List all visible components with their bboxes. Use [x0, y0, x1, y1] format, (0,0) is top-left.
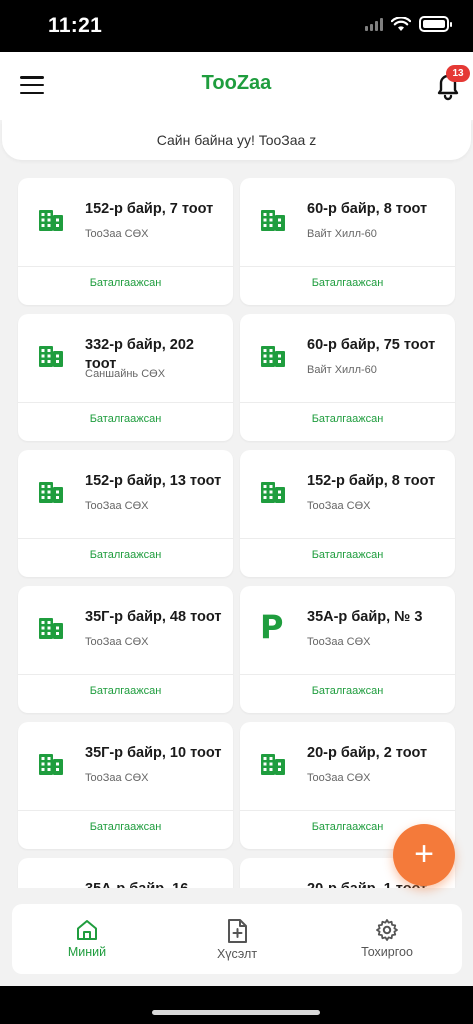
property-title: 60-р байр, 75 тоот: [307, 337, 436, 353]
home-area: [0, 986, 473, 1024]
bottom-nav: Миний Хүсэлт Тохиргоо: [12, 904, 462, 974]
add-button[interactable]: +: [393, 824, 455, 886]
card-divider: [240, 402, 455, 403]
gear-icon: [376, 919, 398, 941]
property-card[interactable]: 35Г-р байр, 48 тоот TooЗаа СӨХ Баталгаажса…: [18, 586, 233, 713]
building-icon: [38, 478, 64, 504]
status-label: Баталгаажсан: [89, 413, 162, 425]
status-icons: [365, 16, 452, 32]
status-bar: 11:21: [0, 0, 473, 52]
property-card[interactable]: 60-р байр, 8 тоот Вайт Хилл-60 Баталгаажса…: [240, 178, 455, 305]
card-divider: [18, 538, 233, 539]
plus-icon: +: [414, 835, 434, 873]
building-icon: [260, 750, 286, 776]
card-divider: [18, 266, 233, 267]
property-title: 35А-р байр, 16: [85, 880, 225, 888]
building-icon: [260, 342, 286, 368]
property-subtitle: Вайт Хилл-60: [307, 364, 377, 376]
property-title: 20-р байр, 2 тоот: [307, 745, 428, 761]
status-label: Баталгаажсан: [311, 685, 384, 697]
home-icon: [77, 920, 97, 940]
home-indicator[interactable]: [152, 1010, 320, 1015]
nav-label-mine: Миний: [67, 945, 107, 959]
property-subtitle: TooЗаа СӨХ: [85, 772, 149, 784]
property-card[interactable]: 332-р байр, 202 тоот Саншайнь СӨХ Баталгаа…: [18, 314, 233, 441]
property-subtitle: Саншайнь СӨХ: [85, 368, 166, 380]
property-card[interactable]: 152-р байр, 8 тоот TooЗаа СӨХ Баталгаажсан: [240, 450, 455, 577]
property-title: 152-р байр, 13 тоот: [85, 473, 222, 489]
battery-icon: [419, 16, 452, 32]
property-card[interactable]: 152-р байр, 13 тоот TooЗаа СӨХ Баталгаажса…: [18, 450, 233, 577]
property-card[interactable]: 60-р байр, 75 тоот Вайт Хилл-60 Баталгаажс…: [240, 314, 455, 441]
property-title: 152-р байр, 8 тоот: [307, 473, 436, 489]
building-icon: [38, 614, 64, 640]
card-divider: [18, 810, 233, 811]
status-label: Баталгаажсан: [89, 549, 162, 561]
status-label: Баталгаажсан: [89, 277, 162, 289]
property-subtitle: TooЗаа СӨХ: [307, 500, 371, 512]
app-screen: TooZaa 13 Сайн байна уу! TooЗаа z 152-р …: [0, 52, 473, 986]
property-title: 60-р байр, 8 тоот: [307, 201, 428, 217]
property-subtitle: Вайт Хилл-60: [307, 228, 377, 240]
app-header: TooZaa 13: [0, 52, 473, 120]
app-title: TooZaa: [201, 72, 272, 94]
wifi-icon: [391, 16, 411, 31]
building-icon: [38, 750, 64, 776]
parking-icon: P: [260, 608, 284, 646]
property-subtitle: TooЗаа СӨХ: [85, 228, 149, 240]
nav-item-settings[interactable]: Тохиргоо: [312, 904, 462, 974]
card-divider: [240, 810, 455, 811]
property-subtitle: TooЗаа СӨХ: [85, 500, 149, 512]
property-card[interactable]: P 35А-р байр, № 3 TooЗаа СӨХ Баталгаажсан: [240, 586, 455, 713]
status-label: Баталгаажсан: [311, 413, 384, 425]
building-icon: [260, 478, 286, 504]
building-icon: [260, 206, 286, 232]
nav-item-mine[interactable]: Миний: [12, 904, 162, 974]
status-time: 11:21: [48, 14, 103, 37]
property-card[interactable]: 35А-р байр, 16: [18, 858, 233, 888]
properties-list[interactable]: 152-р байр, 7 тоот TooЗаа СӨХ Баталгаажсан…: [0, 164, 473, 888]
document-plus-icon: [228, 919, 247, 943]
building-icon: [38, 206, 64, 232]
property-title: 35Г-р байр, 10 тоот: [85, 745, 222, 761]
property-subtitle: TooЗаа СӨХ: [307, 636, 371, 648]
card-divider: [18, 674, 233, 675]
building-icon: [38, 342, 64, 368]
property-card[interactable]: 35Г-р байр, 10 тоот TooЗаа СӨХ Баталгаажса…: [18, 722, 233, 849]
nav-label-settings: Тохиргоо: [361, 945, 413, 959]
greeting-banner: Сайн байна уу! TooЗаа z: [2, 120, 471, 160]
property-subtitle: TooЗаа СӨХ: [307, 772, 371, 784]
status-label: Баталгаажсан: [311, 277, 384, 289]
status-label: Баталгаажсан: [311, 549, 384, 561]
building-icon: [260, 886, 286, 888]
signal-icon: [365, 17, 383, 31]
card-divider: [18, 402, 233, 403]
property-title: 35Г-р байр, 48 тоот: [85, 609, 222, 625]
nav-label-requests: Хүсэлт: [216, 947, 258, 961]
property-title: 35А-р байр, № 3: [307, 609, 423, 625]
properties-grid: 152-р байр, 7 тоот TooЗаа СӨХ Баталгаажсан…: [18, 178, 455, 888]
nav-item-requests[interactable]: Хүсэлт: [162, 904, 312, 974]
notification-badge: 13: [446, 65, 470, 82]
card-divider: [240, 538, 455, 539]
property-subtitle: TooЗаа СӨХ: [85, 636, 149, 648]
status-label: Баталгаажсан: [89, 821, 162, 833]
card-divider: [240, 266, 455, 267]
card-divider: [240, 674, 455, 675]
property-card[interactable]: 152-р байр, 7 тоот TooЗаа СӨХ Баталгаажсан: [18, 178, 233, 305]
building-icon: [38, 886, 64, 888]
property-title: 152-р байр, 7 тоот: [85, 201, 214, 217]
status-label: Баталгаажсан: [89, 685, 162, 697]
